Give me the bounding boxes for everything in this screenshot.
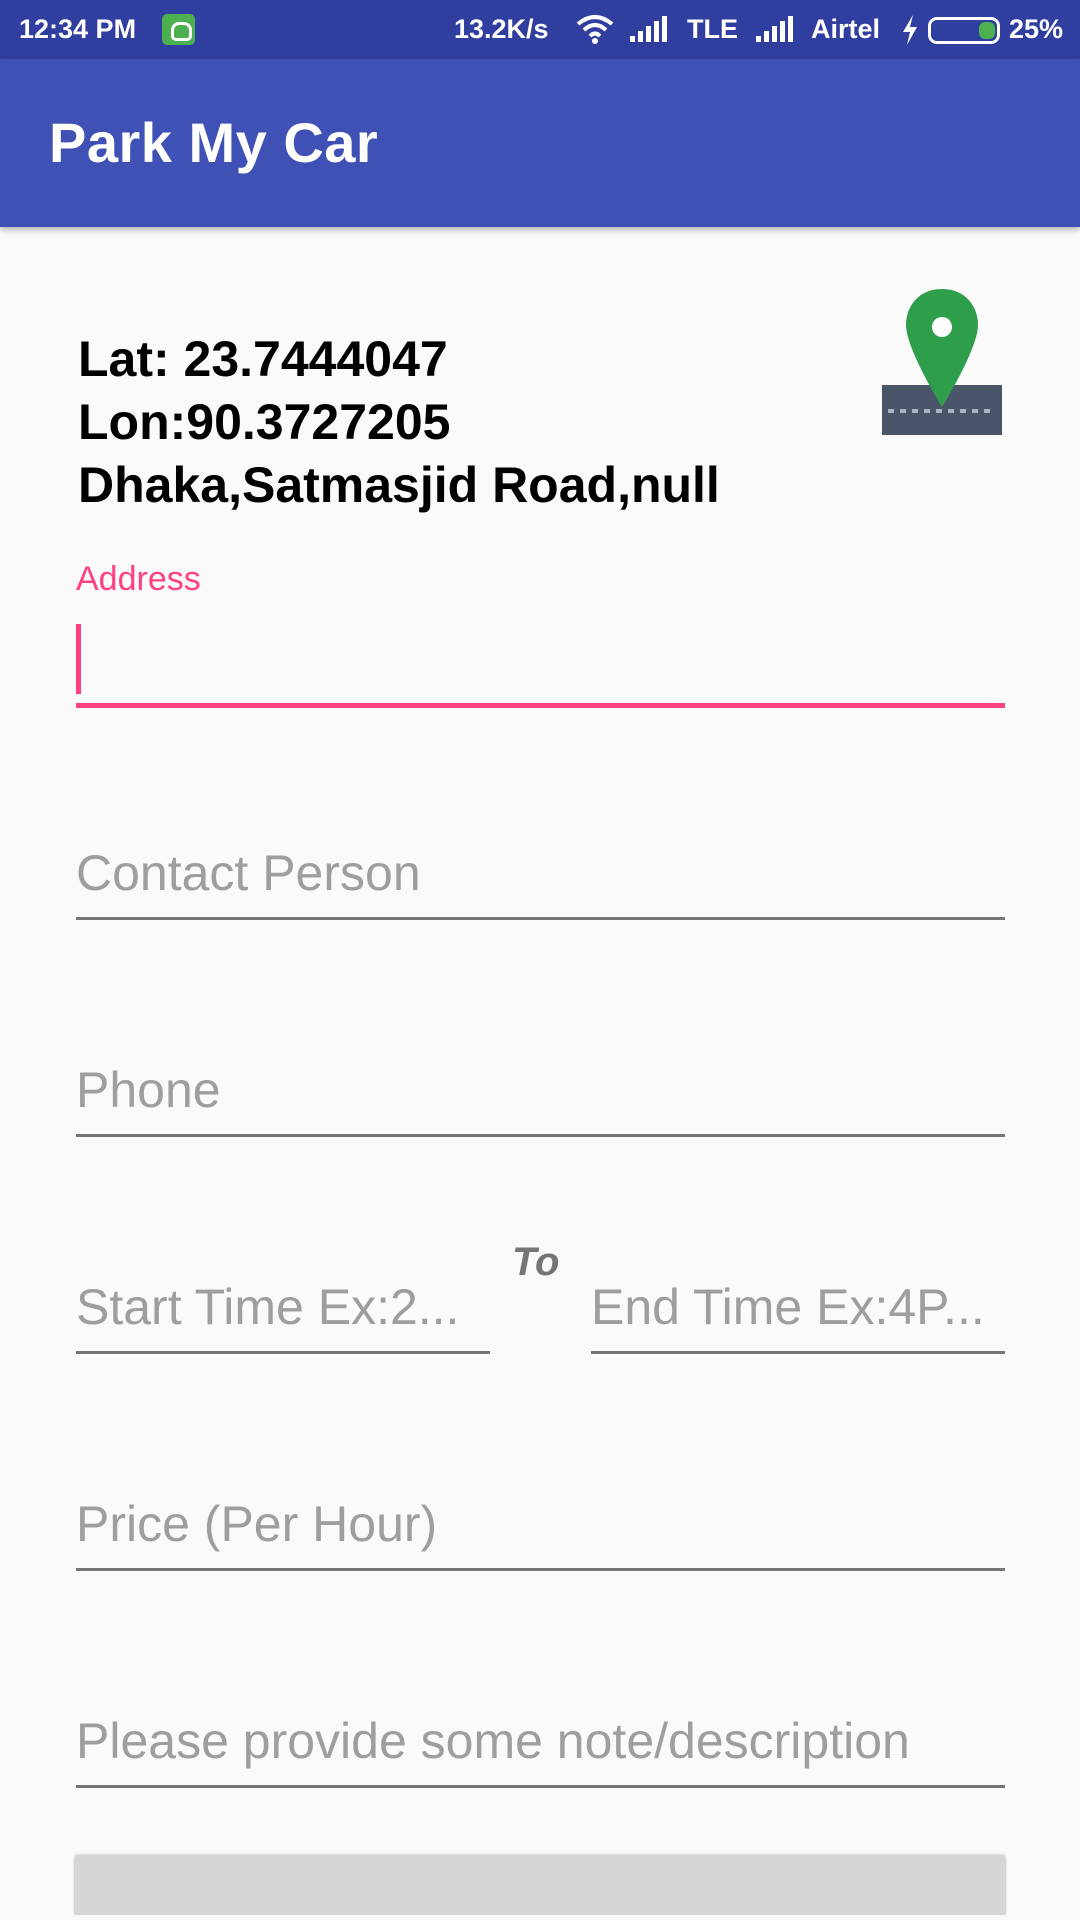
start-time-input[interactable] <box>76 1274 490 1354</box>
address-label: Address <box>76 560 201 598</box>
contact-person-input[interactable] <box>76 840 1005 920</box>
text-cursor <box>76 624 81 694</box>
battery-level <box>978 22 995 39</box>
signal-icon-2 <box>756 16 796 42</box>
battery-icon <box>928 17 1000 44</box>
screen: 12:34 PM 13.2K/s TLE Airtel 25% Park My … <box>0 0 1080 1920</box>
address-input[interactable] <box>76 628 1005 708</box>
latitude-text: Lat: 23.7444047 <box>78 331 448 387</box>
map-pin-icon[interactable] <box>882 289 1002 435</box>
end-time-input[interactable] <box>591 1274 1005 1354</box>
app-notification-icon <box>162 14 195 45</box>
note-input[interactable] <box>76 1708 1005 1788</box>
charging-icon <box>903 15 917 45</box>
to-label: To <box>512 1240 560 1284</box>
network-type: TLE <box>687 14 738 44</box>
location-info: Lat: 23.7444047 Lon:90.3727205 Dhaka,Sat… <box>78 328 720 517</box>
note-field <box>76 1708 1005 1788</box>
price-field <box>76 1491 1005 1571</box>
longitude-text: Lon:90.3727205 <box>78 394 451 450</box>
address-text: Dhaka,Satmasjid Road,null <box>78 457 720 513</box>
status-bar: 12:34 PM 13.2K/s TLE Airtel 25% <box>0 0 1080 59</box>
phone-field <box>76 1057 1005 1137</box>
phone-input[interactable] <box>76 1057 1005 1137</box>
app-title: Park My Car <box>49 111 379 174</box>
price-input[interactable] <box>76 1491 1005 1571</box>
start-time-field <box>76 1274 490 1354</box>
end-time-field <box>591 1274 1005 1354</box>
carrier-name: Airtel <box>811 14 881 44</box>
battery-percent: 25% <box>1009 14 1064 44</box>
submit-button[interactable] <box>74 1855 1006 1915</box>
contact-person-field <box>76 840 1005 920</box>
network-speed: 13.2K/s <box>454 14 549 44</box>
signal-icon <box>630 16 670 42</box>
wifi-icon <box>576 15 614 44</box>
status-time: 12:34 PM <box>19 14 137 44</box>
app-bar: Park My Car <box>0 59 1080 227</box>
address-field <box>76 624 1005 708</box>
